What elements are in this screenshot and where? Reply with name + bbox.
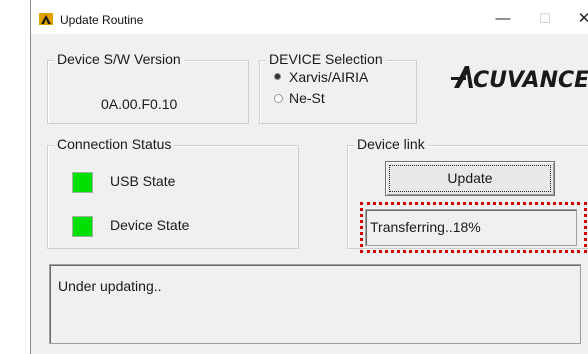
radio-ne-st[interactable]: Ne-St [274, 90, 325, 106]
radio-label: Ne-St [289, 90, 325, 106]
update-button[interactable]: Update [385, 161, 555, 196]
connection-status-label: Connection Status [54, 136, 175, 152]
version-group: Device S/W Version 0A.00.F0.10 [47, 51, 249, 124]
window-title: Update Routine [60, 13, 144, 27]
device-selection-group: DEVICE Selection Xarvis/AIRIA Ne-St [259, 51, 417, 124]
version-value: 0A.00.F0.10 [101, 96, 178, 112]
svg-text:CUVANCE: CUVANCE [473, 68, 588, 92]
radio-selected-icon [274, 73, 283, 82]
message-text: Under updating.. [58, 278, 162, 294]
usb-status-indicator [72, 172, 93, 193]
maximize-button[interactable]: ☐ [532, 8, 558, 30]
title-bar: Update Routine — ☐ ✕ [31, 0, 588, 34]
device-link-label: Device link [354, 136, 428, 152]
connection-status-group: Connection Status USB State Device State [47, 136, 299, 249]
version-group-label: Device S/W Version [54, 51, 184, 67]
radio-label: Xarvis/AIRIA [289, 69, 369, 85]
acuvance-logo-image: CUVANCE [451, 66, 588, 93]
radio-xarvis-airia[interactable]: Xarvis/AIRIA [274, 69, 368, 85]
update-routine-window: Update Routine — ☐ ✕ Device S/W Version … [30, 0, 588, 354]
message-area: Under updating.. [49, 264, 581, 344]
device-status-indicator [72, 216, 93, 237]
close-button[interactable]: ✕ [571, 8, 588, 30]
app-icon [39, 13, 53, 25]
acuvance-logo: CUVANCE [451, 62, 588, 98]
device-state-label: Device State [110, 217, 190, 233]
status-highlight-annotation [360, 202, 587, 253]
radio-unselected-icon [274, 93, 283, 103]
usb-state-label: USB State [110, 173, 176, 189]
device-selection-label: DEVICE Selection [266, 51, 386, 67]
minimize-button[interactable]: — [490, 8, 516, 30]
